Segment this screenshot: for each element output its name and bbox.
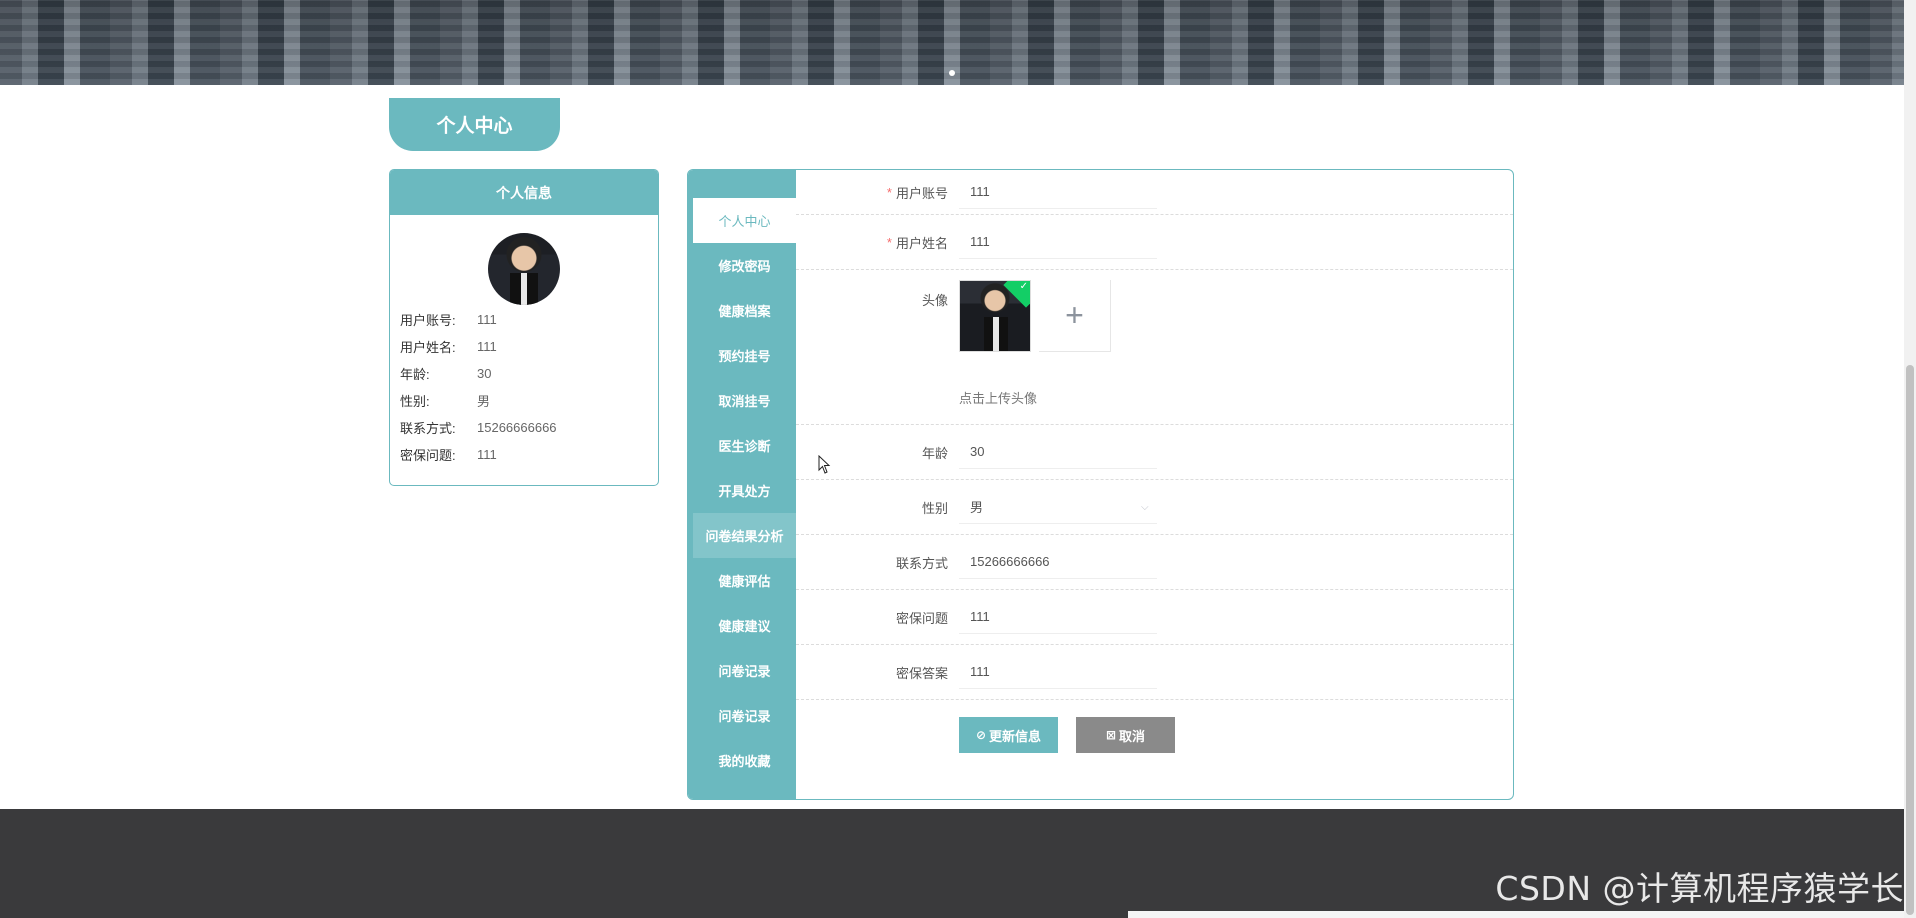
gender-select[interactable] — [959, 490, 1157, 524]
menu-item-appointment[interactable]: 预约挂号 — [693, 333, 796, 378]
uploaded-avatar-image[interactable]: ✓ — [959, 280, 1031, 352]
info-value: 111 — [477, 339, 497, 354]
info-value: 男 — [477, 394, 491, 409]
security-answer-input[interactable] — [959, 655, 1157, 689]
info-label: 联系方式: — [400, 421, 456, 436]
gender-label: 性别 — [921, 500, 948, 516]
security-answer-label: 密保答案 — [895, 665, 948, 681]
account-input[interactable] — [959, 175, 1157, 209]
menu-item-change-password[interactable]: 修改密码 — [693, 243, 796, 288]
account-label-text: 用户账号 — [895, 185, 948, 201]
menu-item-survey-records-2[interactable]: 问卷记录 — [693, 693, 796, 738]
required-mark: * — [886, 184, 892, 200]
upload-avatar-button[interactable]: + — [1039, 280, 1111, 352]
watermark: CSDN @计算机程序猿学长 — [1495, 869, 1904, 908]
name-input[interactable] — [959, 225, 1157, 259]
info-row-phone: 联系方式: 15266666666 — [400, 414, 557, 441]
info-row-name: 用户姓名: 111 — [400, 333, 557, 360]
menu-item-cancel-appointment[interactable]: 取消挂号 — [693, 378, 796, 423]
info-label: 密保问题: — [400, 448, 456, 463]
info-value: 111 — [477, 447, 497, 462]
phone-input[interactable] — [959, 545, 1157, 579]
update-info-label: 更新信息 — [989, 728, 1042, 744]
info-label: 用户姓名: — [400, 340, 456, 355]
menu-item-health-advice[interactable]: 健康建议 — [693, 603, 796, 648]
menu-item-survey-records[interactable]: 问卷记录 — [693, 648, 796, 693]
info-card-header: 个人信息 — [390, 170, 658, 215]
menu-item-doctor-diagnosis[interactable]: 医生诊断 — [693, 423, 796, 468]
info-row-age: 年龄: 30 — [400, 360, 557, 387]
info-label: 用户账号: — [400, 313, 456, 328]
form-row-name: * 用户姓名 — [796, 215, 1513, 270]
info-list: 用户账号: 111 用户姓名: 111 年龄: 30 性别: 男 联系方式: 1… — [400, 306, 557, 468]
side-menu: 个人中心 修改密码 健康档案 预约挂号 取消挂号 医生诊断 开具处方 问卷结果分… — [688, 170, 796, 799]
mouse-cursor-icon — [818, 455, 831, 474]
form-row-gender: 性别 ⌵ — [796, 480, 1513, 535]
avatar-label: 头像 — [921, 293, 948, 308]
age-input[interactable] — [959, 435, 1157, 469]
info-value: 30 — [477, 366, 492, 381]
security-question-label: 密保问题 — [895, 610, 948, 626]
scrollbar-thumb[interactable] — [1906, 365, 1914, 915]
info-row-gender: 性别: 男 — [400, 387, 557, 414]
form-row-account: * 用户账号 — [796, 170, 1513, 215]
banner-carousel — [0, 0, 1904, 85]
info-label: 性别: — [400, 394, 430, 409]
upload-hint: 点击上传头像 — [959, 391, 1038, 406]
check-icon: ✓ — [1019, 281, 1028, 292]
check-circle-icon: ⊘ — [975, 728, 987, 742]
menu-item-prescription[interactable]: 开具处方 — [693, 468, 796, 513]
footer-strip — [1128, 911, 1904, 918]
form-row-avatar: 头像 — [796, 270, 1513, 425]
page-scrollbar[interactable] — [1904, 0, 1916, 918]
menu-item-health-records[interactable]: 健康档案 — [693, 288, 796, 333]
profile-form: * 用户账号 * 用户姓名 头像 ✓ + 点击上传头像 年龄 — [796, 170, 1513, 799]
info-value: 111 — [477, 312, 497, 327]
cancel-button[interactable]: ⊠ 取消 — [1076, 717, 1175, 753]
personal-info-card: 个人信息 用户账号: 111 用户姓名: 111 年龄: 30 性别: 男 联系… — [389, 169, 659, 486]
account-label: * 用户账号 — [887, 170, 948, 214]
info-row-security-question: 密保问题: 111 — [400, 441, 557, 468]
name-label-text: 用户姓名 — [895, 235, 948, 251]
name-label: * 用户姓名 — [887, 215, 948, 269]
phone-label: 联系方式 — [895, 555, 948, 571]
security-question-input[interactable] — [959, 600, 1157, 634]
form-row-security-answer: 密保答案 — [796, 645, 1513, 700]
menu-item-survey-analysis[interactable]: 问卷结果分析 — [693, 513, 796, 558]
avatar — [488, 233, 560, 305]
close-square-icon: ⊠ — [1105, 728, 1117, 742]
form-row-age: 年龄 — [796, 425, 1513, 480]
info-label: 年龄: — [400, 367, 430, 382]
info-row-account: 用户账号: 111 — [400, 306, 557, 333]
menu-item-favorites[interactable]: 我的收藏 — [693, 738, 796, 783]
form-row-security-question: 密保问题 — [796, 590, 1513, 645]
form-row-phone: 联系方式 — [796, 535, 1513, 590]
page-title: 个人中心 — [389, 98, 560, 151]
info-value: 15266666666 — [477, 420, 557, 435]
plus-icon: + — [1065, 297, 1084, 333]
age-label: 年龄 — [921, 445, 948, 461]
menu-item-health-assessment[interactable]: 健康评估 — [693, 558, 796, 603]
cancel-label: 取消 — [1119, 728, 1146, 744]
required-mark: * — [886, 234, 892, 250]
profile-form-card: 个人中心 修改密码 健康档案 预约挂号 取消挂号 医生诊断 开具处方 问卷结果分… — [687, 169, 1514, 800]
carousel-dot[interactable] — [949, 70, 955, 76]
chevron-down-icon: ⌵ — [1141, 502, 1149, 513]
menu-item-personal-center[interactable]: 个人中心 — [693, 198, 796, 243]
update-info-button[interactable]: ⊘ 更新信息 — [959, 717, 1058, 753]
